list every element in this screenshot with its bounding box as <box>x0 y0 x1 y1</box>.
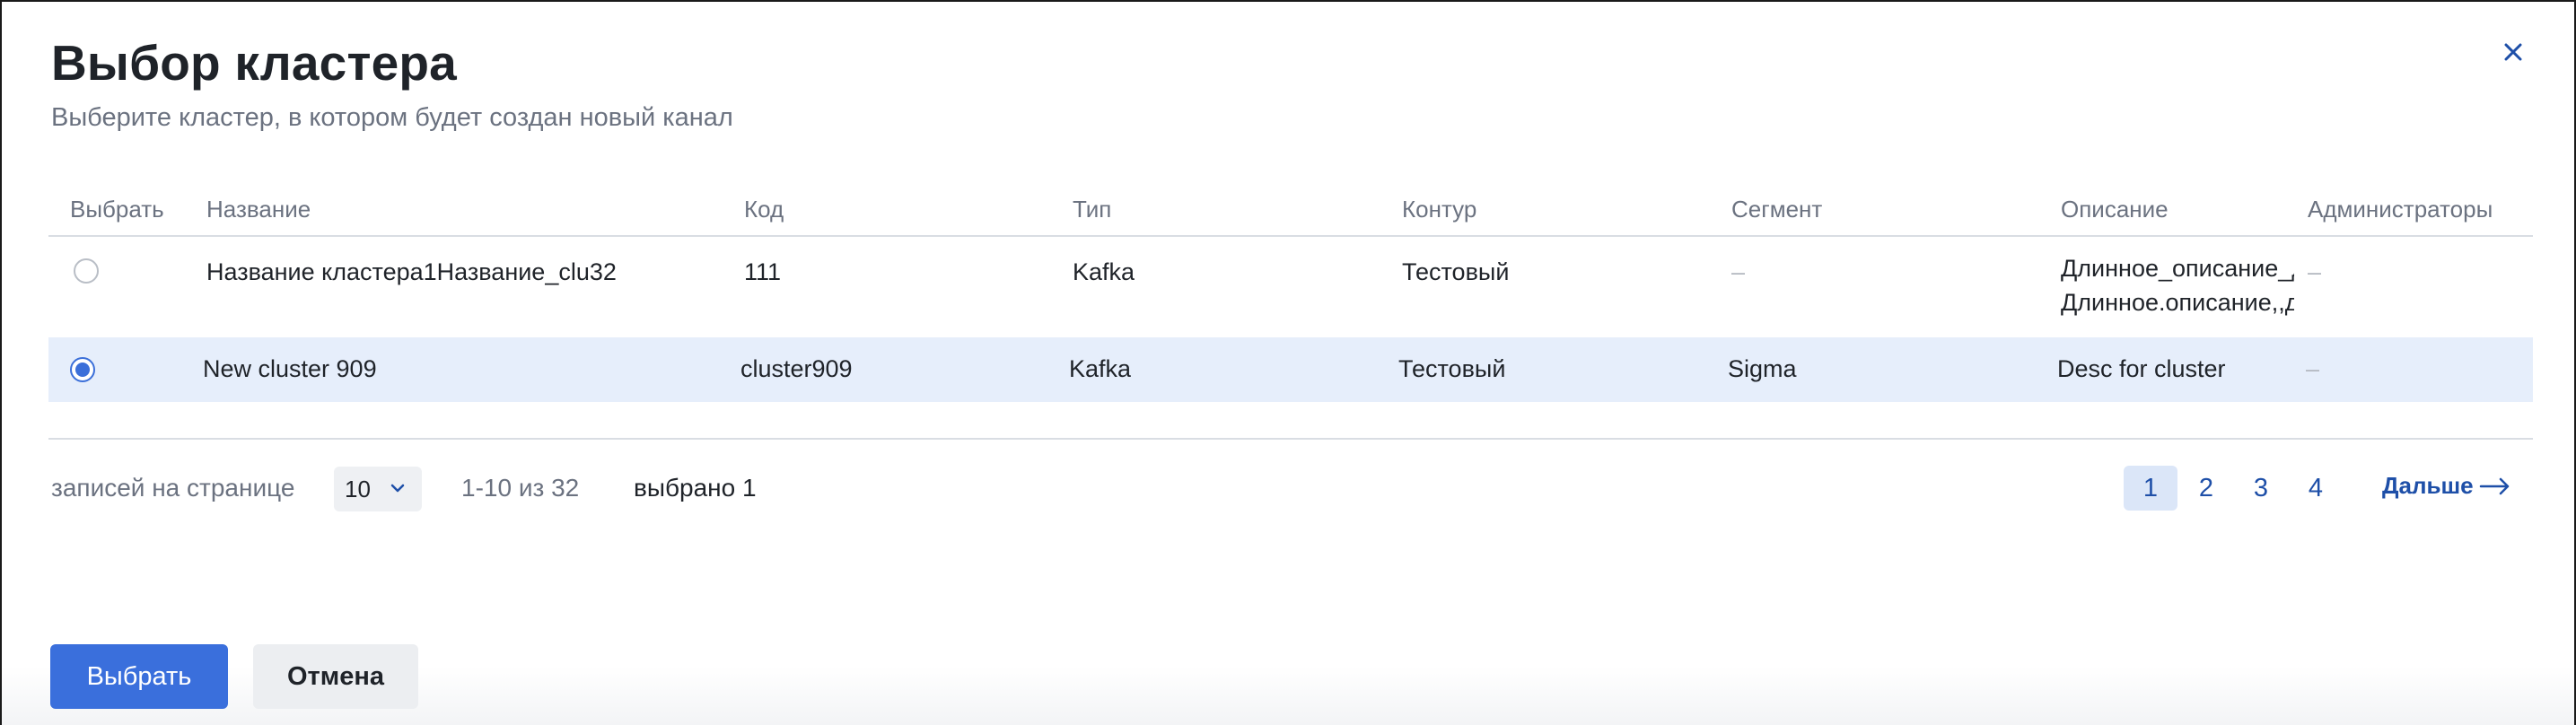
arrow-right-icon <box>2479 477 2509 494</box>
page-button-1[interactable]: 1 <box>2124 466 2177 511</box>
column-header-name: Название <box>206 196 311 223</box>
row-select-radio[interactable] <box>74 258 99 284</box>
table-row-selected[interactable]: New cluster 909 cluster909 Kafka Тестовы… <box>48 337 2533 402</box>
cluster-name: Название кластера1Название_clu32 <box>206 258 617 285</box>
chevron-down-icon <box>390 484 405 493</box>
per-page-label: записей на странице <box>51 474 295 502</box>
column-header-type: Тип <box>1073 196 1112 223</box>
cluster-contour: Тестовый <box>1398 355 1506 382</box>
table-header: Выбрать Название Код Тип Контур Сегмент … <box>48 192 2533 237</box>
column-header-select: Выбрать <box>70 196 164 223</box>
description-line: Длинное.описание,,длинное <box>2061 289 2294 316</box>
close-button[interactable] <box>2495 34 2531 70</box>
cluster-admins: – <box>2308 258 2322 285</box>
per-page-value: 10 <box>345 475 371 502</box>
page-button-4[interactable]: 4 <box>2289 466 2343 511</box>
cluster-description: Длинное_описание_длинное Длинное.описани… <box>2061 251 2294 319</box>
row-select-radio[interactable] <box>70 357 95 382</box>
dialog-subtitle: Выберите кластер, в котором будет создан… <box>51 103 733 132</box>
column-header-description: Описание <box>2061 196 2169 223</box>
description-line: Длинное_описание_длинное <box>2061 255 2294 282</box>
column-header-admins: Администраторы <box>2308 196 2493 223</box>
select-button[interactable]: Выбрать <box>50 644 228 709</box>
cluster-code: 111 <box>744 258 782 285</box>
cluster-contour: Тестовый <box>1402 258 1510 285</box>
dialog-title: Выбор кластера <box>51 35 457 91</box>
cluster-name: New cluster 909 <box>203 355 377 382</box>
column-header-segment: Сегмент <box>1731 196 1823 223</box>
close-icon <box>2504 43 2522 61</box>
per-page-select[interactable]: 10 <box>334 467 422 511</box>
selected-count: выбрано 1 <box>634 474 757 502</box>
next-page-link[interactable]: Дальше <box>2382 472 2511 500</box>
cluster-type: Kafka <box>1069 355 1132 382</box>
cluster-type: Kafka <box>1073 258 1135 285</box>
records-range: 1-10 из 32 <box>461 474 580 502</box>
cancel-button[interactable]: Отмена <box>253 644 418 709</box>
cluster-admins: – <box>2306 355 2320 382</box>
table-row[interactable]: Название кластера1Название_clu32 111 Kaf… <box>48 237 2533 337</box>
cluster-code: cluster909 <box>740 355 853 382</box>
column-header-code: Код <box>744 196 784 223</box>
column-header-contour: Контур <box>1402 196 1477 223</box>
page-button-3[interactable]: 3 <box>2234 466 2288 511</box>
cluster-description: Desc for cluster <box>2057 355 2226 382</box>
next-page-label: Дальше <box>2382 472 2474 499</box>
table-divider <box>48 438 2533 440</box>
cluster-segment: Sigma <box>1728 355 1797 382</box>
cluster-segment: – <box>1731 258 1746 285</box>
cluster-select-dialog: Выбор кластера Выберите кластер, в котор… <box>0 0 2576 725</box>
page-button-2[interactable]: 2 <box>2179 466 2233 511</box>
